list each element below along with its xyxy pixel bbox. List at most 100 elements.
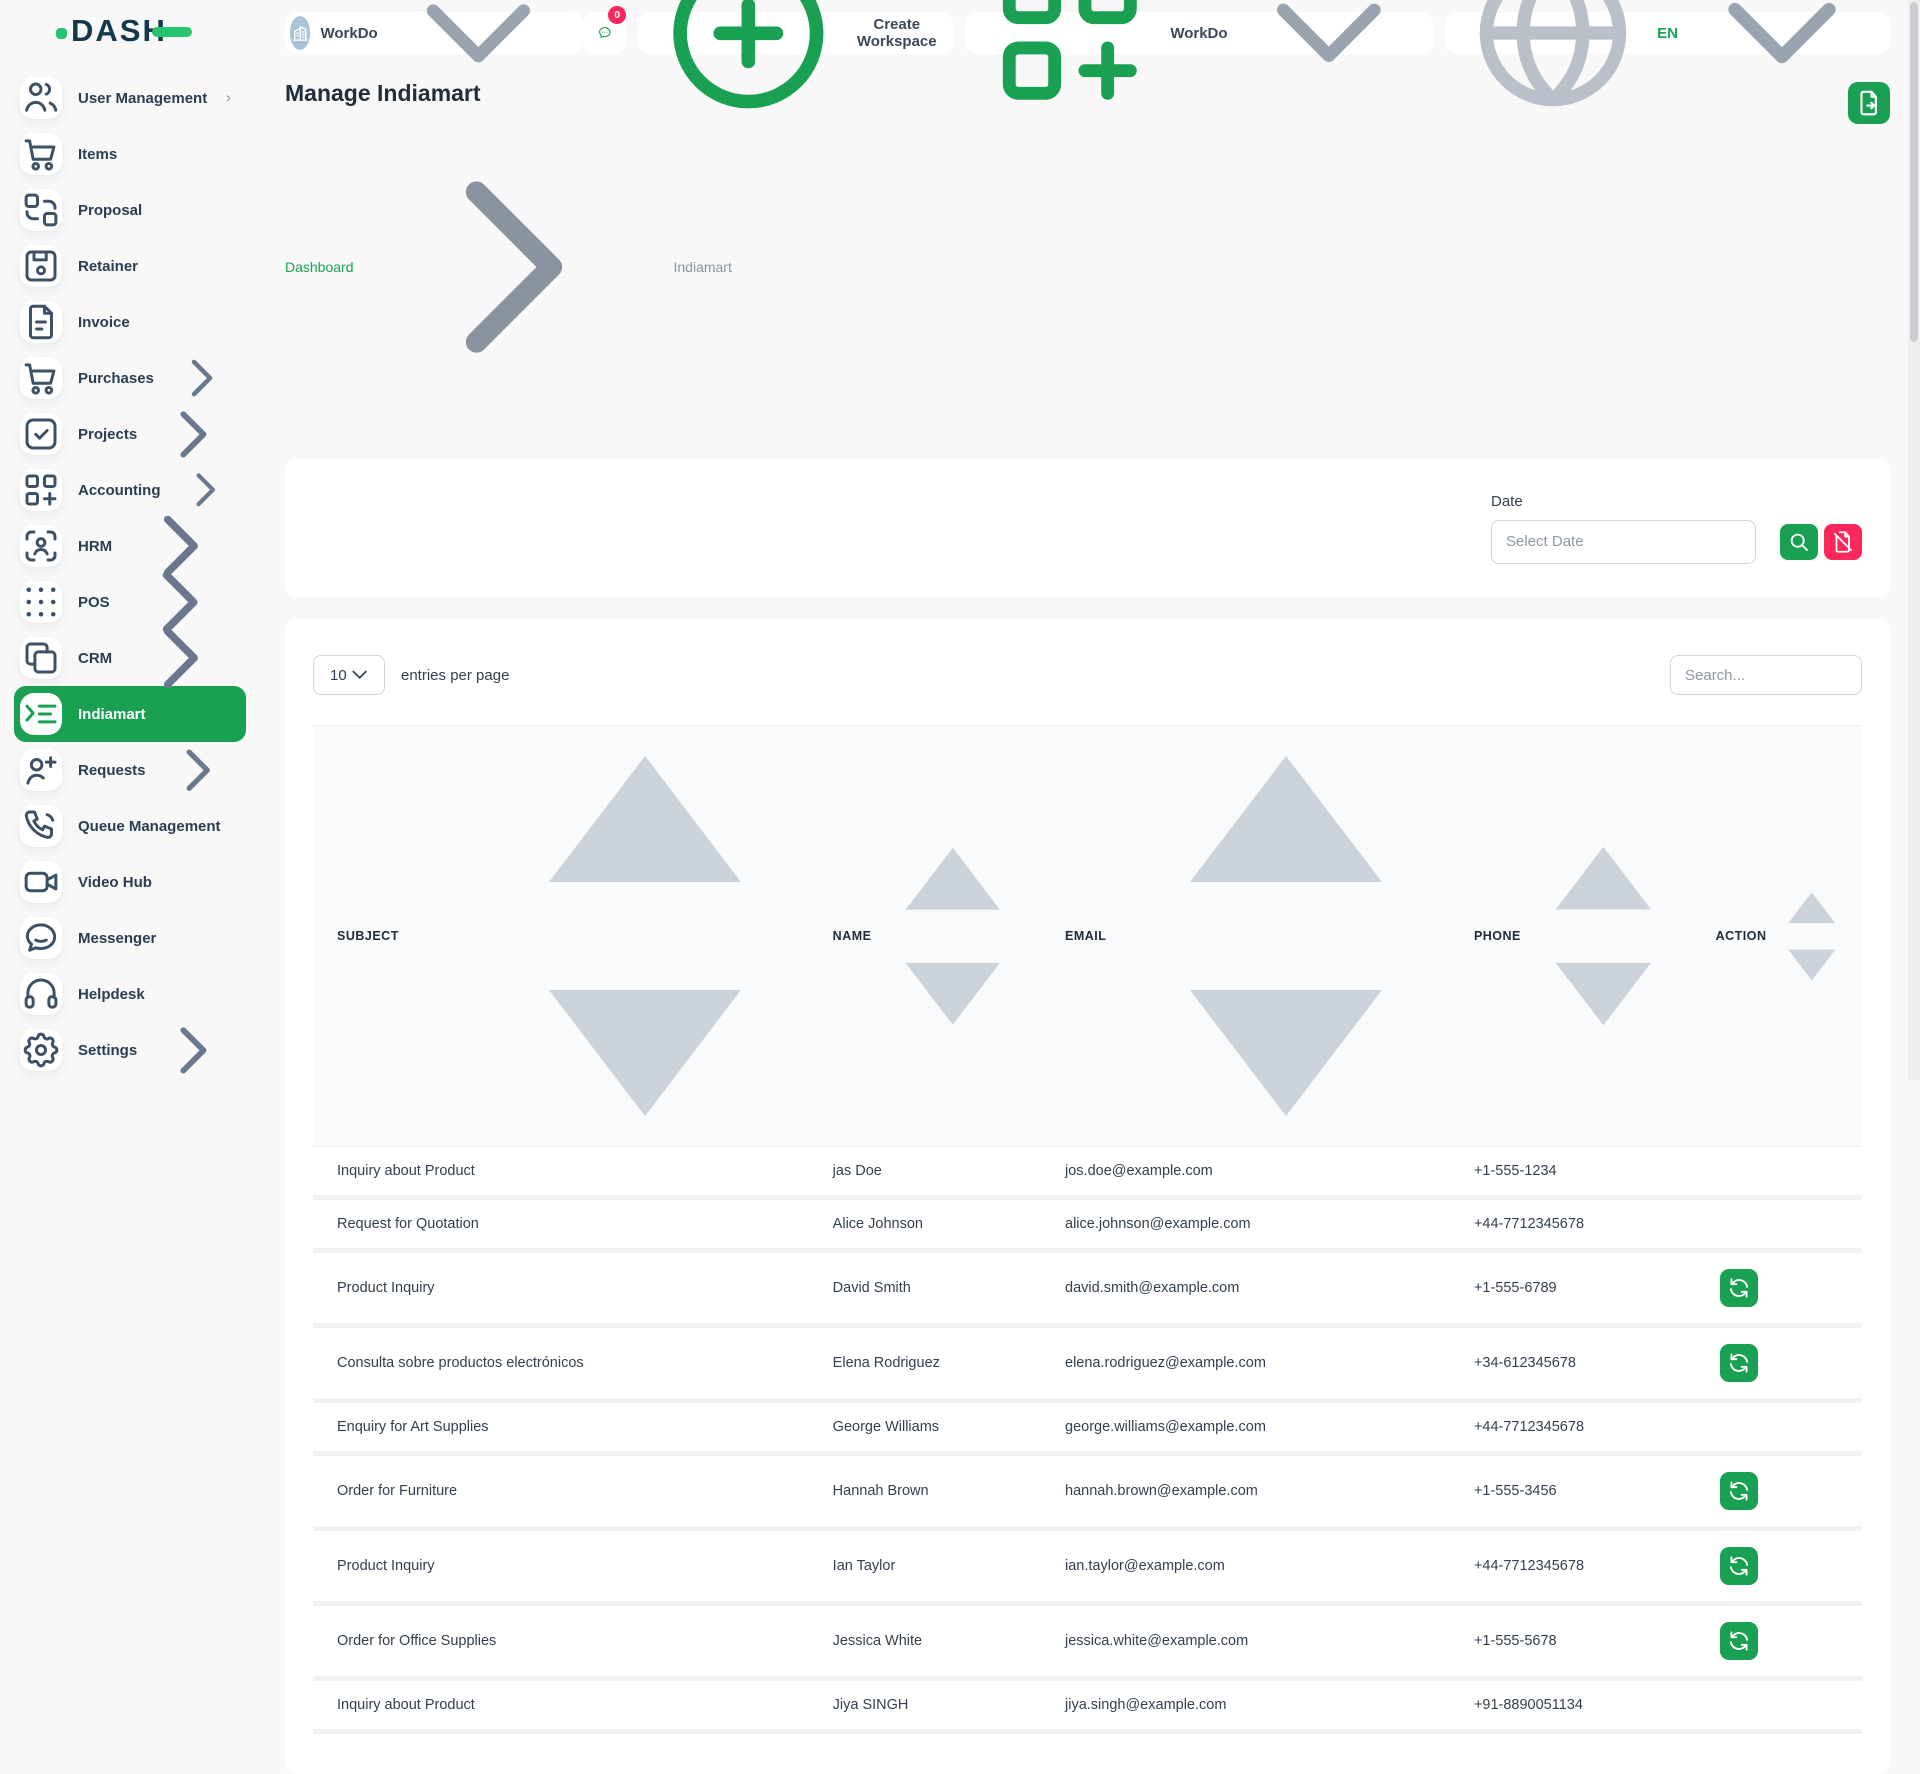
sidebar-item-label: Requests (78, 762, 146, 779)
date-filter-input[interactable] (1491, 520, 1756, 564)
cell-phone: +1-555-3456 (1450, 1454, 1692, 1529)
cell-email: david.smith@example.com (1041, 1251, 1450, 1326)
sync-row-button[interactable] (1720, 1344, 1758, 1382)
page-content: Manage Indiamart Dashboard Indiamart Dat… (250, 54, 1920, 1774)
sidebar-item-proposal[interactable]: Proposal (20, 182, 250, 238)
sidebar-item-messenger[interactable]: Messenger (20, 910, 250, 966)
file-invoice-icon (20, 301, 62, 343)
create-workspace-button[interactable]: Create Workspace (638, 12, 953, 54)
sidebar-item-label: CRM (78, 650, 112, 667)
sidebar-item-retainer[interactable]: Retainer (20, 238, 250, 294)
chevron-right-icon (128, 605, 234, 711)
table-row: Order for Office Supplies Jessica White … (313, 1604, 1862, 1679)
cell-subject: Request for Quotation (313, 1198, 809, 1251)
table-search-input[interactable] (1670, 655, 1862, 695)
column-header[interactable]: EMAIL (1041, 726, 1450, 1147)
message-icon (20, 917, 62, 959)
topbar-actions: 0 Create Workspace WorkDo EN (583, 12, 1891, 54)
workspace-avatar (290, 16, 310, 50)
sync-row-button[interactable] (1720, 1269, 1758, 1307)
sidebar-item-projects[interactable]: Projects (20, 406, 250, 462)
table-body: Inquiry about Product jas Doe jos.doe@ex… (313, 1147, 1862, 1732)
logo-dash-accent (152, 27, 192, 37)
cell-subject: Consulta sobre productos electrónicos (313, 1326, 809, 1401)
sidebar-item-label: Purchases (78, 370, 154, 387)
sort-icon[interactable] (1775, 885, 1849, 988)
dots-grid-icon (20, 581, 62, 623)
cell-email: george.williams@example.com (1041, 1401, 1450, 1454)
user-plus-icon (20, 749, 62, 791)
main-area: WorkDo 0 Create Workspace WorkDo (250, 0, 1920, 1080)
sidebar-item-label: Queue Management (78, 818, 221, 835)
sidebar-item-settings[interactable]: Settings (20, 1022, 250, 1078)
sidebar-item-label: HRM (78, 538, 112, 555)
table-controls: 10 entries per page (313, 655, 1862, 695)
workspace-switcher-button[interactable]: WorkDo (965, 12, 1433, 54)
chat-button[interactable]: 0 (583, 12, 627, 54)
headset-icon (20, 973, 62, 1015)
cell-action (1692, 1401, 1862, 1454)
sidebar-item-requests[interactable]: Requests (20, 742, 250, 798)
sort-icon[interactable] (1136, 726, 1436, 1146)
phone-call-icon (20, 805, 62, 847)
sidebar-item-queue-management[interactable]: Queue Management (20, 798, 250, 854)
export-button[interactable] (1848, 82, 1890, 124)
page-scrollbar[interactable] (1908, 0, 1920, 1080)
cell-email: ian.taylor@example.com (1041, 1529, 1450, 1604)
cell-phone: +34-612345678 (1450, 1326, 1692, 1401)
sort-icon[interactable] (1529, 832, 1678, 1040)
sort-icon[interactable] (495, 726, 795, 1146)
cell-subject: Order for Office Supplies (313, 1604, 809, 1679)
column-header[interactable]: NAME (809, 726, 1041, 1147)
chat-badge: 0 (608, 6, 626, 24)
scrollbar-thumb[interactable] (1910, 2, 1918, 342)
sidebar-item-crm[interactable]: CRM (20, 630, 250, 686)
cell-action (1692, 1604, 1862, 1679)
chevron-right-icon (153, 1010, 234, 1080)
cell-email: jessica.white@example.com (1041, 1604, 1450, 1679)
cell-action (1692, 1147, 1862, 1198)
chevron-down-icon (347, 662, 372, 687)
filter-reset-button[interactable] (1824, 524, 1862, 560)
cell-phone: +44-7712345678 (1450, 1401, 1692, 1454)
copy-icon (20, 637, 62, 679)
sidebar-item-label: Retainer (78, 258, 234, 275)
sidebar-item-label: Settings (78, 1042, 137, 1059)
filter-card: Date (285, 459, 1890, 597)
sidebar-item-label: Messenger (78, 930, 234, 947)
cell-email: alice.johnson@example.com (1041, 1198, 1450, 1251)
cell-email: hannah.brown@example.com (1041, 1454, 1450, 1529)
sort-icon[interactable] (879, 833, 1027, 1040)
entries-per-page-select[interactable]: 10 (313, 655, 385, 695)
language-selector[interactable]: EN (1445, 12, 1890, 54)
cell-name: Elena Rodriguez (809, 1326, 1041, 1401)
column-header[interactable]: SUBJECT (313, 726, 809, 1147)
cell-name: Jiya SINGH (809, 1679, 1041, 1732)
refresh-icon (1726, 1275, 1752, 1301)
sidebar-item-user-management[interactable]: User Management (20, 70, 250, 126)
filter-search-button[interactable] (1780, 524, 1818, 560)
sidebar-nav: User Management Items Proposal (0, 60, 250, 1078)
sidebar-item-invoice[interactable]: Invoice (20, 294, 250, 350)
cell-name: jas Doe (809, 1147, 1041, 1198)
sync-row-button[interactable] (1720, 1547, 1758, 1585)
refresh-icon (1726, 1350, 1752, 1376)
sidebar-item-label: Invoice (78, 314, 234, 331)
sidebar-item-video-hub[interactable]: Video Hub (20, 854, 250, 910)
message-dots-icon (597, 25, 613, 41)
table-card: 10 entries per page (285, 619, 1890, 1774)
column-header[interactable]: PHONE (1450, 726, 1692, 1147)
file-off-icon (1830, 529, 1856, 555)
cell-action (1692, 1251, 1862, 1326)
video-icon (20, 861, 62, 903)
workspace-selector[interactable]: WorkDo (285, 12, 583, 54)
sync-row-button[interactable] (1720, 1472, 1758, 1510)
sync-row-button[interactable] (1720, 1622, 1758, 1660)
table-row: Enquiry for Art Supplies George Williams… (313, 1401, 1862, 1454)
breadcrumb-dashboard-link[interactable]: Dashboard (285, 259, 354, 275)
sidebar-item-items[interactable]: Items (20, 126, 250, 182)
workspace-name: WorkDo (320, 25, 377, 42)
cell-subject: Product Inquiry (313, 1251, 809, 1326)
topbar: WorkDo 0 Create Workspace WorkDo (250, 0, 1920, 54)
column-header[interactable]: ACTION (1692, 726, 1862, 1147)
